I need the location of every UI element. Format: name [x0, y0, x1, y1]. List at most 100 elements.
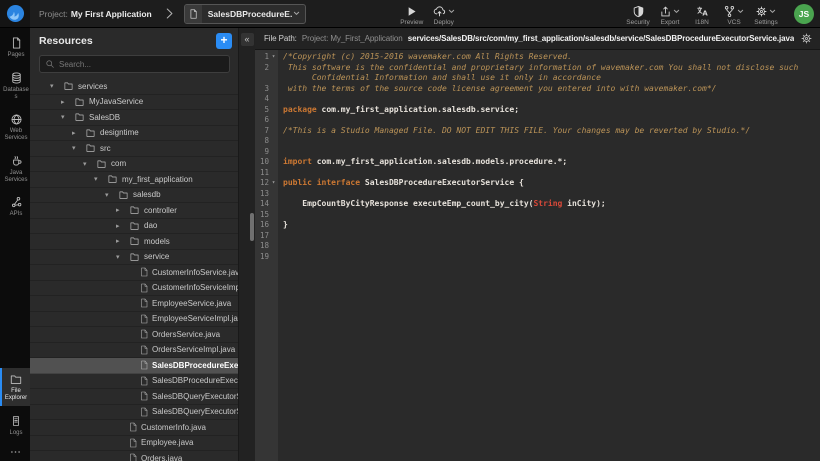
tree-item-src[interactable]: ▾src	[30, 141, 238, 157]
expand-arrow-icon[interactable]: ▾	[50, 82, 63, 90]
code-text	[278, 136, 820, 147]
tree-item-com[interactable]: ▾com	[30, 157, 238, 173]
tree-item-orders-java[interactable]: Orders.java	[30, 451, 238, 461]
code-line-wrap: Confidential Information and shall use i…	[255, 73, 820, 84]
security-button[interactable]: Security	[622, 1, 654, 26]
tree-item-salesdb[interactable]: ▾SalesDB	[30, 110, 238, 126]
i18n-button[interactable]: AI18N	[686, 1, 718, 26]
tree-item-designtime[interactable]: ▸designtime	[30, 126, 238, 142]
tree-file-icon	[140, 267, 148, 277]
sidebar-item-apis[interactable]: APIs	[0, 191, 30, 222]
fold-arrow-icon[interactable]: ▾	[269, 178, 278, 189]
settings-button[interactable]: Settings	[750, 1, 782, 26]
line-number: 15	[255, 210, 269, 221]
sidebar-item-logs[interactable]: Logs	[0, 409, 30, 441]
tree-item-ordersservice-java[interactable]: OrdersService.java	[30, 327, 238, 343]
user-avatar[interactable]: JS	[794, 4, 814, 24]
code-text	[278, 115, 820, 126]
collapse-arrow-icon[interactable]: ▸	[116, 237, 129, 245]
wavemaker-logo[interactable]	[0, 0, 30, 27]
code-text: with the terms of the source code licens…	[278, 84, 820, 95]
sidebar-item-file-explorer[interactable]: File Explorer	[0, 368, 30, 406]
tree-item-customerinfoserviceimpl-java[interactable]: CustomerInfoServiceImpl.java	[30, 281, 238, 297]
line-number: 1	[255, 52, 269, 63]
collapse-panel-button[interactable]: «	[241, 33, 254, 46]
tree-item-label: Employee.java	[141, 438, 193, 447]
sidebar-item-pages[interactable]: Pages	[0, 31, 30, 63]
code-editor[interactable]: 1▾/*Copyright (c) 2015-2016 wavemaker.co…	[255, 50, 820, 461]
sidebar-item-databases[interactable]: Databases	[0, 66, 30, 105]
code-line-4: 4	[255, 94, 820, 105]
shield-icon	[632, 5, 645, 18]
editor-settings-gear-icon[interactable]	[800, 32, 813, 45]
fold-spacer	[269, 189, 278, 200]
open-file-dropdown[interactable]: SalesDBProcedureE...	[184, 4, 306, 24]
tree-item-customerinfo-java[interactable]: CustomerInfo.java	[30, 420, 238, 436]
collapse-arrow-icon[interactable]: ▸	[72, 129, 85, 137]
export-button[interactable]: Export	[654, 1, 686, 26]
tree-item-dao[interactable]: ▸dao	[30, 219, 238, 235]
tree-scrollbar-thumb[interactable]	[250, 213, 254, 241]
preview-button[interactable]: Preview	[396, 1, 428, 26]
code-line-3: 3 with the terms of the source code lice…	[255, 84, 820, 95]
fold-spacer	[269, 147, 278, 158]
code-text	[278, 231, 820, 242]
line-number: 13	[255, 189, 269, 200]
expand-arrow-icon[interactable]: ▾	[61, 113, 74, 121]
tree-item-customerinfoservice-java[interactable]: CustomerInfoService.java	[30, 265, 238, 281]
fold-spacer	[269, 252, 278, 263]
vcs-button[interactable]: VCS	[718, 1, 750, 26]
expand-arrow-icon[interactable]: ▾	[94, 175, 107, 183]
code-line-2: 2 This software is the confidential and …	[255, 63, 820, 74]
deploy-label: Deploy	[434, 19, 454, 26]
chevron-right-icon	[165, 7, 174, 20]
fold-spacer	[269, 63, 278, 74]
tree-item-ordersserviceimpl-java[interactable]: OrdersServiceImpl.java	[30, 343, 238, 359]
sidebar-item-java-services[interactable]: Java Services	[0, 149, 30, 188]
sidebar-item-web-services[interactable]: Web Services	[0, 108, 30, 146]
fold-spacer	[269, 73, 278, 84]
code-text: /*Copyright (c) 2015-2016 wavemaker.com …	[278, 52, 820, 63]
tree-item-services[interactable]: ▾services	[30, 79, 238, 95]
code-line-19: 19	[255, 252, 820, 263]
tree-folder-icon	[74, 97, 85, 107]
tree-item-models[interactable]: ▸models	[30, 234, 238, 250]
collapse-arrow-icon[interactable]: ▸	[61, 98, 74, 106]
tree-item-my-first-application[interactable]: ▾ my_first_application	[30, 172, 238, 188]
collapse-arrow-icon[interactable]: ▸	[116, 222, 129, 230]
fold-spacer	[269, 231, 278, 242]
code-text	[278, 94, 820, 105]
tree-item-salesdbqueryexecutorserviceimpl-java[interactable]: SalesDBQueryExecutorServiceImpl.java	[30, 405, 238, 421]
tree-item-service[interactable]: ▾service	[30, 250, 238, 266]
tree-item-label: my_first_application	[122, 175, 193, 184]
tree-item-myjavaservice[interactable]: ▸MyJavaService	[30, 95, 238, 111]
line-number: 19	[255, 252, 269, 263]
collapse-arrow-icon[interactable]: ▸	[116, 206, 129, 214]
tree-item-employeeservice-java[interactable]: EmployeeService.java	[30, 296, 238, 312]
expand-arrow-icon[interactable]: ▾	[83, 160, 96, 168]
tree-item-employee-java[interactable]: Employee.java	[30, 436, 238, 452]
pages-icon	[10, 36, 23, 50]
logs-label: Logs	[2, 430, 30, 437]
add-resource-button[interactable]: +	[216, 33, 232, 49]
expand-arrow-icon[interactable]: ▾	[116, 253, 129, 261]
expand-arrow-icon[interactable]: ▾	[105, 191, 118, 199]
file-tree: ▾services▸MyJavaService▾SalesDB▸designti…	[30, 79, 238, 461]
resources-search[interactable]: Search...	[39, 55, 230, 73]
branch-icon	[723, 5, 736, 18]
databases-label: Databases	[2, 87, 30, 101]
database-icon	[10, 71, 23, 85]
fold-arrow-icon[interactable]: ▾	[269, 52, 278, 63]
deploy-button[interactable]: Deploy	[428, 1, 460, 26]
tree-item-employeeserviceimpl-java[interactable]: EmployeeServiceImpl.java	[30, 312, 238, 328]
tree-item-salesdbprocedureexecutorservice-java[interactable]: SalesDBProcedureExecutorService.java	[30, 358, 238, 374]
tree-item-controller[interactable]: ▸controller	[30, 203, 238, 219]
export-icon	[659, 5, 672, 18]
tree-file-icon	[129, 422, 137, 432]
more-options-button[interactable]	[0, 441, 30, 461]
tree-item-salesdb[interactable]: ▾salesdb	[30, 188, 238, 204]
vcs-label: VCS	[727, 19, 740, 26]
tree-item-salesdbqueryexecutorservice-java[interactable]: SalesDBQueryExecutorService.java	[30, 389, 238, 405]
expand-arrow-icon[interactable]: ▾	[72, 144, 85, 152]
tree-item-salesdbprocedureexecutorserviceimpl-java[interactable]: SalesDBProcedureExecutorServiceImpl.java	[30, 374, 238, 390]
